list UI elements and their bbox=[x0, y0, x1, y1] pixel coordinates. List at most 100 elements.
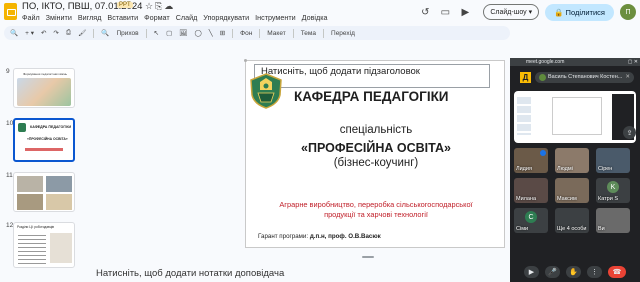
account-avatar[interactable]: П bbox=[620, 4, 636, 20]
thumb-title: КАФЕДРА ПЕДАГОГІКИ bbox=[30, 125, 72, 129]
camera-icon[interactable]: ▶ bbox=[524, 266, 539, 278]
field-line-1: Аграрне виробництво, переробка сільськог… bbox=[279, 200, 473, 209]
more-participants-tile[interactable]: Ще 4 особи bbox=[555, 208, 589, 233]
slideshow-label: Слайд-шоу bbox=[490, 8, 527, 16]
participant-tile[interactable]: K Катри S bbox=[596, 178, 630, 203]
selection-handle[interactable] bbox=[244, 59, 247, 62]
participant-avatar: C bbox=[525, 211, 537, 223]
star-icon[interactable]: ☆ bbox=[145, 1, 155, 11]
scroll-handle[interactable] bbox=[362, 256, 374, 258]
line-tool-icon[interactable]: ╲ bbox=[209, 29, 213, 37]
menu-help[interactable]: Довідка bbox=[302, 13, 328, 22]
participant-name: Лидия bbox=[516, 166, 532, 172]
participant-tile[interactable]: Максим bbox=[555, 178, 589, 203]
theme-button[interactable]: Тема bbox=[301, 30, 316, 37]
textbox-tool-icon[interactable]: ▢ bbox=[166, 29, 172, 37]
close-icon[interactable]: ✕ bbox=[625, 74, 630, 80]
presenter-badge: Д bbox=[520, 71, 531, 83]
comments-icon[interactable]: ▭ bbox=[437, 4, 453, 20]
menu-slide[interactable]: Слайд bbox=[176, 13, 198, 22]
slides-logo-icon[interactable] bbox=[4, 3, 17, 20]
thumb-image bbox=[17, 176, 43, 192]
print-icon[interactable]: ⎙ bbox=[66, 29, 71, 37]
chevron-down-icon[interactable]: ▾ bbox=[529, 8, 533, 16]
slide-thumbnail-11[interactable] bbox=[13, 172, 75, 212]
microphone-icon[interactable]: 🎤 bbox=[545, 266, 560, 278]
menu-view[interactable]: Вигляд bbox=[78, 13, 102, 22]
raise-hand-icon[interactable]: ✋ bbox=[566, 266, 581, 278]
subtitle-placeholder[interactable]: Натисніть, щоб додати підзаголовок bbox=[254, 64, 490, 88]
more-options-icon[interactable]: ⋮ bbox=[587, 266, 602, 278]
slide-number: 9 bbox=[6, 68, 10, 75]
top-right-actions: ↺ ▭ ▶ Слайд-шоу ▾ 🔒 Поділитися П bbox=[417, 3, 640, 21]
meet-video-icon[interactable]: ▶ bbox=[457, 4, 473, 20]
participant-tile[interactable]: Сірен bbox=[596, 148, 630, 173]
transition-button[interactable]: Перехід bbox=[331, 30, 355, 37]
share-screen-icon[interactable]: ⇪ bbox=[623, 126, 636, 139]
title-bar: ПО, ІКТО, ПВШ, 07.01.2024 PPT ☆⎘☁ Файл З… bbox=[0, 0, 640, 24]
slide-canvas[interactable]: Натисніть, щоб додати підзаголовок КАФЕД… bbox=[244, 59, 505, 248]
specialty-name: «ПРОФЕСІЙНА ОСВІТА» bbox=[301, 141, 451, 155]
participant-tile[interactable]: Лидия bbox=[514, 148, 548, 173]
participant-name: Ви bbox=[598, 226, 605, 232]
paint-format-icon[interactable]: 🖌 bbox=[78, 29, 86, 37]
guarantor-label: Гарант програми: bbox=[258, 233, 309, 240]
presenter-name: Василь Степанович Костен... bbox=[548, 74, 623, 80]
shape-tool-icon[interactable]: ◯ bbox=[194, 29, 201, 37]
image-tool-icon[interactable]: 🖼 bbox=[179, 29, 187, 37]
undo-icon[interactable]: ↶ bbox=[41, 29, 46, 37]
shared-filmstrip bbox=[517, 97, 531, 135]
participant-name: Катри S bbox=[598, 196, 618, 202]
thumb-image bbox=[17, 78, 71, 106]
menu-arrange[interactable]: Упорядкувати bbox=[203, 13, 249, 22]
slide-thumbnail-10[interactable]: КАФЕДРА ПЕДАГОГІКИ «ПРОФЕСІЙНА ОСВІТА» bbox=[13, 118, 75, 162]
slideshow-button[interactable]: Слайд-шоу ▾ bbox=[483, 4, 540, 20]
select-tool-icon[interactable]: ↖ bbox=[154, 29, 159, 37]
slide-thumbnail-12[interactable]: Розділи ЦІ: роботодавців bbox=[13, 222, 75, 268]
speaking-indicator-icon bbox=[540, 150, 546, 156]
lock-icon: 🔒 bbox=[554, 7, 564, 17]
menu-edit[interactable]: Змінити bbox=[46, 13, 72, 22]
menu-insert[interactable]: Вставити bbox=[107, 13, 138, 22]
thumb-image bbox=[46, 176, 72, 192]
end-call-button[interactable]: ☎ bbox=[608, 266, 626, 278]
toolbar-divider bbox=[145, 28, 147, 38]
participant-tile[interactable]: Людмі bbox=[555, 148, 589, 173]
search-menus-icon[interactable]: 🔍 bbox=[10, 29, 18, 37]
redo-icon[interactable]: ↷ bbox=[53, 29, 58, 37]
thumb-red-text bbox=[25, 148, 63, 151]
participant-name: Людмі bbox=[557, 166, 573, 172]
fit-dropdown[interactable]: Прихов bbox=[116, 30, 138, 37]
thumb-title: Розділи ЦІ: роботодавців bbox=[17, 225, 54, 229]
menu-format[interactable]: Формат bbox=[144, 13, 170, 22]
menu-file[interactable]: Файл bbox=[22, 13, 40, 22]
participant-avatar: K bbox=[607, 181, 619, 193]
layout-button[interactable]: Макет bbox=[267, 30, 285, 37]
zoom-icon[interactable]: 🔍 bbox=[101, 29, 109, 37]
participant-tile[interactable]: C Сіми bbox=[514, 208, 548, 233]
comment-add-icon[interactable]: ⊞ bbox=[220, 29, 225, 37]
menu-tools[interactable]: Інструменти bbox=[255, 13, 296, 22]
slide-number: 11 bbox=[6, 172, 13, 179]
self-view-tile[interactable]: Ви bbox=[596, 208, 630, 233]
history-icon[interactable]: ↺ bbox=[417, 4, 433, 20]
filmstrip: 9 Формування педагогічних вмінь 10 КАФЕД… bbox=[0, 44, 84, 282]
participant-name: Сірен bbox=[598, 166, 613, 172]
move-folder-icon[interactable]: ⎘ bbox=[155, 1, 164, 11]
speaker-notes[interactable]: Натисніть, щоб додати нотатки доповідача bbox=[86, 264, 510, 282]
toolbar-divider bbox=[292, 28, 294, 38]
cloud-icon[interactable]: ☁ bbox=[164, 1, 175, 11]
thumb-lines bbox=[18, 232, 46, 264]
slide-thumbnail-9[interactable]: Формування педагогічних вмінь bbox=[13, 68, 75, 108]
shared-slide bbox=[552, 97, 602, 135]
participant-tile[interactable]: Милана bbox=[514, 178, 548, 203]
specialty-profile: (бізнес-коучинг) bbox=[333, 157, 419, 169]
share-button[interactable]: 🔒 Поділитися bbox=[545, 3, 614, 21]
window-controls[interactable]: ▢ ✕ bbox=[628, 58, 638, 66]
new-slide-icon[interactable]: + ▾ bbox=[25, 29, 34, 37]
department-heading: КАФЕДРА ПЕДАГОГІКИ bbox=[294, 89, 449, 104]
toolbar-divider bbox=[323, 28, 325, 38]
presenter-chip[interactable]: Василь Степанович Костен... ✕ bbox=[535, 71, 634, 83]
file-format-badge: PPT bbox=[117, 2, 133, 8]
background-button[interactable]: Фон bbox=[240, 30, 252, 37]
